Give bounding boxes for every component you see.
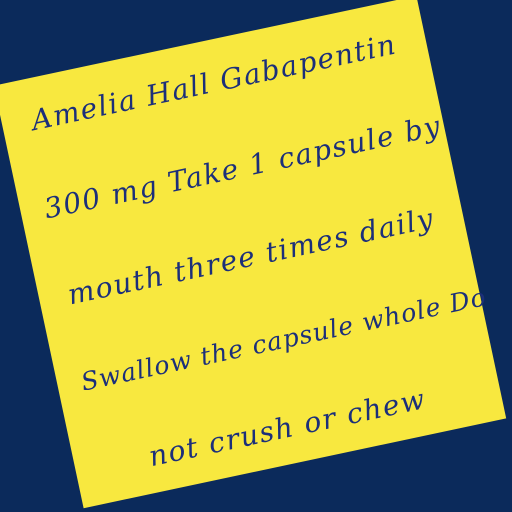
note-line-3: mouth three times daily [64,201,438,312]
prescription-note: Amelia Hall Gabapentin 300 mg Take 1 cap… [0,0,507,509]
note-line-4: Swallow the capsule whole Do [78,282,490,397]
note-line-1: Amelia Hall Gabapentin [28,27,400,138]
note-line-5: not crush or chew [145,382,429,474]
note-line-2: 300 mg Take 1 capsule by [41,109,445,226]
scene: Amelia Hall Gabapentin 300 mg Take 1 cap… [0,0,512,512]
